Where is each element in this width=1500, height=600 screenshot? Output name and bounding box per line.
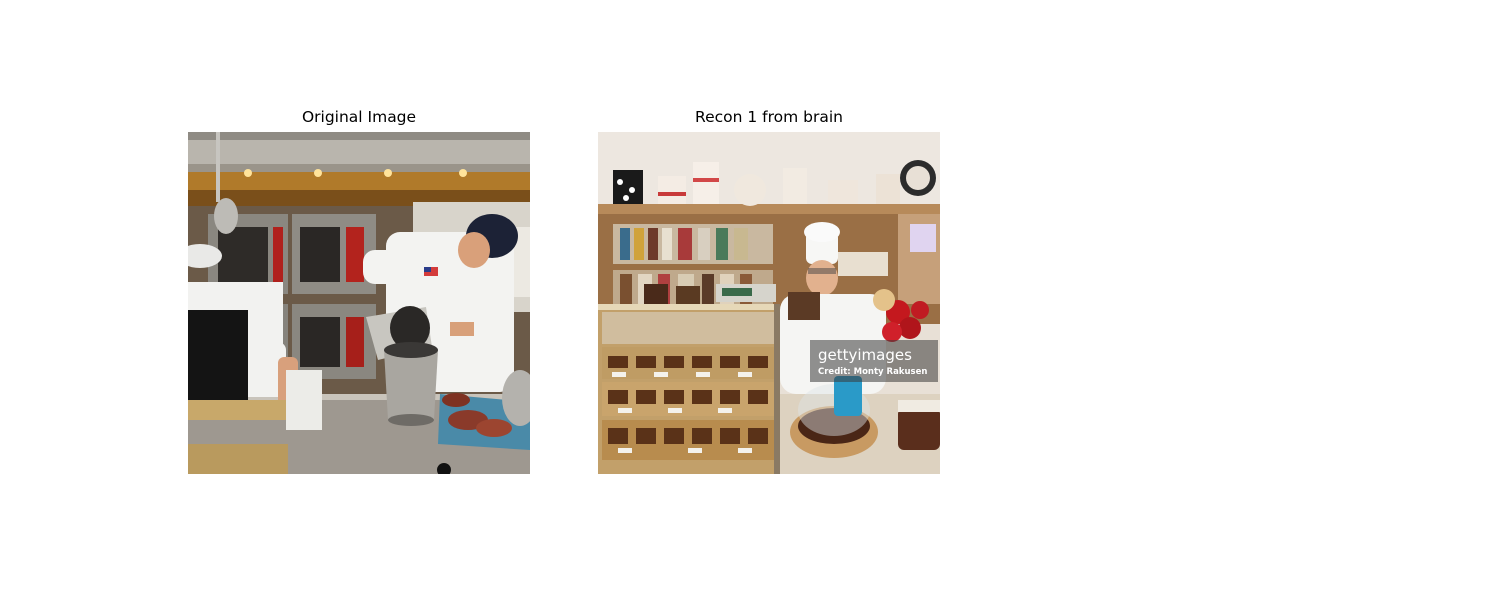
original-image-title: Original Image xyxy=(301,108,417,126)
original-image xyxy=(188,132,530,474)
watermark-credit: Credit: Monty Rakusen xyxy=(818,367,927,377)
watermark-brand: gettyimages xyxy=(818,346,912,364)
recon-image: gettyimages Credit: Monty Rakusen xyxy=(598,132,940,474)
recon-image-title: Recon 1 from brain xyxy=(695,108,843,126)
